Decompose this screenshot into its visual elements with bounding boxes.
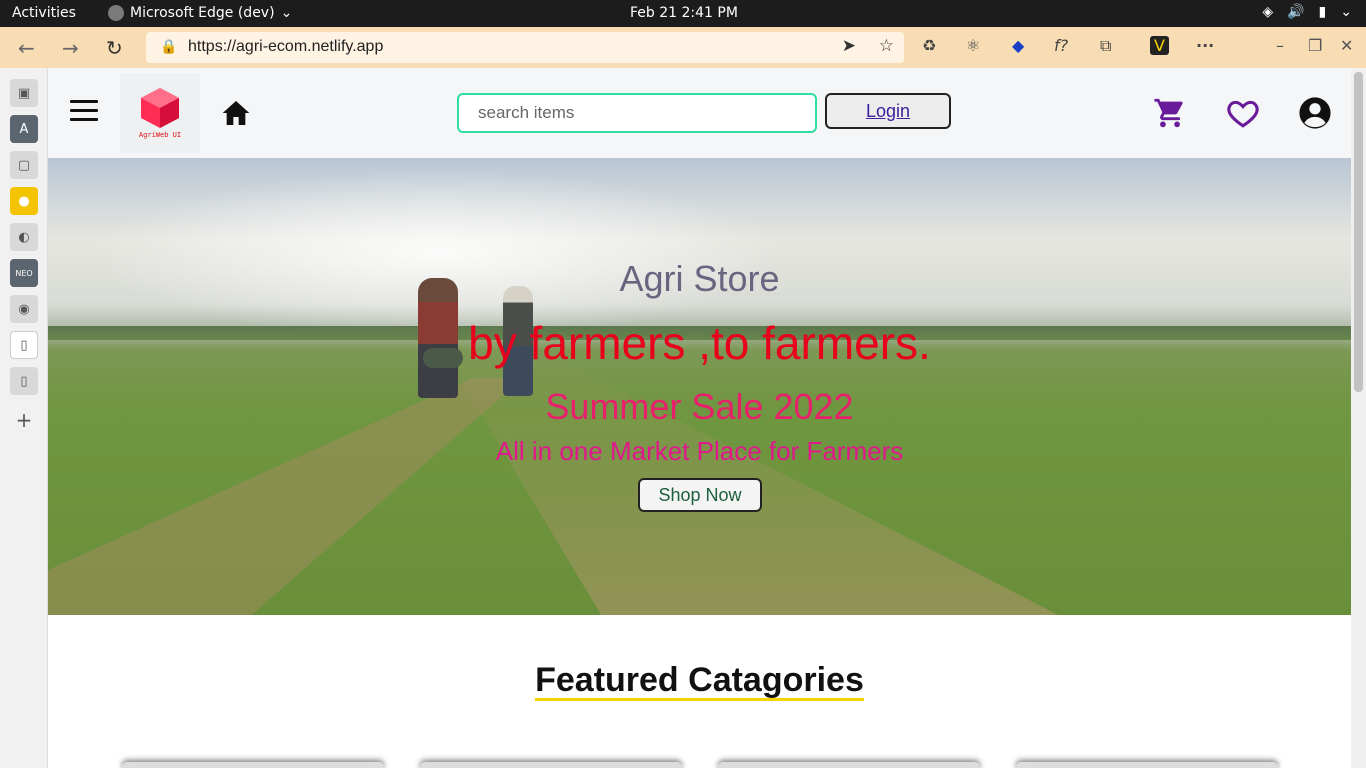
lock-icon: 🔒 bbox=[160, 39, 178, 55]
featured-section: Featured Catagories bbox=[48, 662, 1351, 701]
app-menu[interactable]: Microsoft Edge (dev) ⌄ bbox=[108, 5, 292, 21]
featured-heading: Featured Catagories bbox=[535, 661, 864, 701]
heart-icon[interactable] bbox=[1226, 96, 1260, 130]
hero-sale: Summer Sale 2022 bbox=[545, 386, 854, 427]
profile-icon[interactable]: V bbox=[1150, 36, 1169, 55]
hero-title: Agri Store bbox=[619, 258, 780, 299]
extension-function-icon[interactable]: f? bbox=[1054, 36, 1068, 55]
tab-favicon[interactable]: ▢ bbox=[10, 151, 38, 179]
address-bar[interactable]: 🔒 https://agri-ecom.netlify.app ➤ ☆ bbox=[146, 32, 904, 63]
extension-react-icon[interactable]: ⚛ bbox=[966, 36, 980, 55]
category-card[interactable] bbox=[1016, 762, 1278, 768]
page-scrollbar[interactable] bbox=[1351, 68, 1366, 768]
hero-subtitle: All in one Market Place for Farmers bbox=[495, 436, 904, 466]
clock[interactable]: Feb 21 2:41 PM bbox=[630, 5, 738, 21]
github-icon[interactable]: ◉ bbox=[10, 295, 38, 323]
home-icon[interactable] bbox=[220, 98, 252, 128]
back-icon[interactable]: ← bbox=[18, 36, 35, 60]
web-page: AgriWeb UI Login Agri Store by farmers ,… bbox=[48, 68, 1351, 768]
volume-icon: 🔊 bbox=[1287, 4, 1305, 20]
extension-gem-icon[interactable]: ◆ bbox=[1012, 36, 1024, 55]
document-icon[interactable]: ▯ bbox=[10, 331, 38, 359]
site-header: AgriWeb UI Login bbox=[48, 68, 1351, 158]
edge-icon bbox=[108, 5, 124, 21]
url-text[interactable]: https://agri-ecom.netlify.app bbox=[188, 38, 383, 56]
extension-recycle-icon[interactable]: ♻ bbox=[922, 36, 936, 55]
chevron-down-icon: ⌄ bbox=[280, 5, 293, 21]
restore-icon[interactable]: ❐ bbox=[1308, 36, 1322, 55]
vertical-tabs: ▣ A ▢ ● ◐ NEO ◉ ▯ ▯ + bbox=[0, 68, 48, 768]
more-menu-icon[interactable]: ··· bbox=[1196, 36, 1214, 55]
forward-icon[interactable]: → bbox=[62, 36, 79, 60]
tab-favicon[interactable]: NEO bbox=[10, 259, 38, 287]
category-card[interactable] bbox=[420, 762, 682, 768]
logo-cube-icon bbox=[141, 88, 179, 128]
hamburger-icon[interactable] bbox=[70, 100, 98, 122]
shop-now-button[interactable]: Shop Now bbox=[638, 478, 762, 512]
tab-actions-icon[interactable]: ▣ bbox=[10, 79, 38, 107]
refresh-icon[interactable]: ↻ bbox=[106, 36, 123, 60]
hero-banner: Agri Store by farmers ,to farmers. Summe… bbox=[48, 158, 1351, 615]
site-logo[interactable]: AgriWeb UI bbox=[120, 73, 200, 153]
category-card[interactable] bbox=[718, 762, 980, 768]
category-card[interactable] bbox=[122, 762, 384, 768]
document-icon[interactable]: ▯ bbox=[10, 367, 38, 395]
login-button[interactable]: Login bbox=[825, 93, 951, 129]
cart-icon[interactable] bbox=[1152, 96, 1188, 130]
favorite-add-icon[interactable]: ☆ bbox=[879, 36, 894, 56]
scrollbar-thumb[interactable] bbox=[1354, 72, 1363, 392]
search-input[interactable] bbox=[457, 93, 817, 133]
new-tab-icon[interactable]: + bbox=[10, 406, 38, 434]
app-name: Microsoft Edge (dev) bbox=[130, 5, 275, 21]
send-icon[interactable]: ➤ bbox=[842, 36, 856, 56]
system-tray[interactable]: ◈ 🔊 ▮ ⌄ bbox=[1262, 4, 1352, 20]
tab-favicon[interactable]: A bbox=[10, 115, 38, 143]
tab-favicon[interactable]: ● bbox=[10, 187, 38, 215]
battery-icon: ▮ bbox=[1318, 4, 1327, 20]
chevron-down-icon: ⌄ bbox=[1340, 4, 1352, 20]
account-icon[interactable] bbox=[1298, 96, 1332, 130]
tab-favicon[interactable]: ◐ bbox=[10, 223, 38, 251]
network-icon: ◈ bbox=[1262, 4, 1274, 20]
system-top-bar: Activities Microsoft Edge (dev) ⌄ Feb 21… bbox=[0, 0, 1366, 27]
minimize-icon[interactable]: – bbox=[1276, 36, 1284, 55]
hero-tagline: by farmers ,to farmers. bbox=[468, 317, 931, 369]
extensions-icon[interactable]: ⧉ bbox=[1100, 36, 1111, 56]
activities-button[interactable]: Activities bbox=[12, 5, 76, 21]
logo-text: AgriWeb UI bbox=[138, 131, 182, 139]
category-cards bbox=[48, 762, 1351, 768]
close-icon[interactable]: ✕ bbox=[1340, 36, 1353, 55]
